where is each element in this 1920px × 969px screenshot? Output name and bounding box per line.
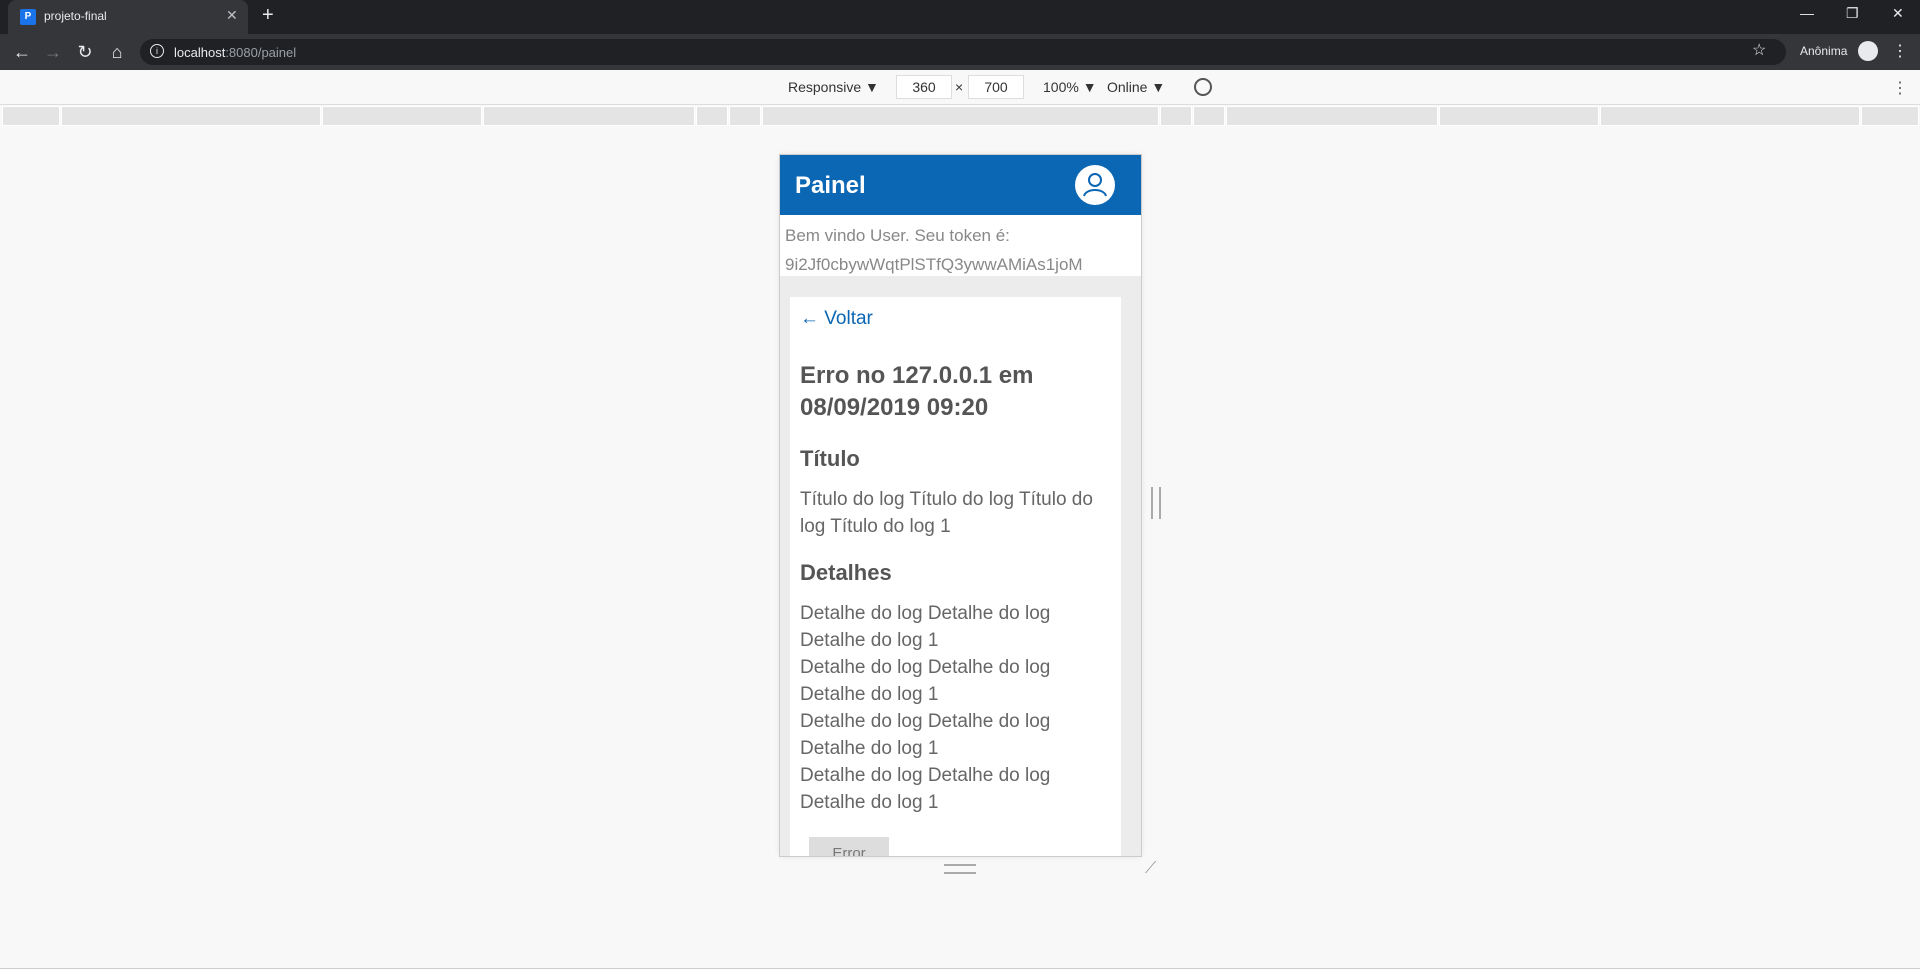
back-link[interactable]: ← Voltar: [800, 308, 873, 330]
ruler-segment[interactable]: [2, 106, 60, 126]
incognito-icon[interactable]: [1858, 41, 1878, 61]
network-select[interactable]: Online ▼: [1107, 79, 1165, 95]
error-heading: Erro no 127.0.0.1 em 08/09/2019 09:20: [800, 362, 1034, 421]
bookmark-star-icon[interactable]: ☆: [1752, 40, 1766, 60]
details-line: Detalhe do log Detalhe do log Detalhe do…: [800, 711, 1051, 759]
dimension-separator: ×: [955, 79, 964, 95]
media-query-ruler: [0, 106, 1920, 128]
title-text: Título do log Título do log Título do lo…: [800, 489, 1093, 537]
level-badge: Error: [809, 837, 889, 856]
back-icon[interactable]: ←: [12, 42, 32, 63]
url-text: localhost:8080/painel: [174, 45, 297, 60]
browser-toolbar: ← → ↻ ⌂ i localhost:8080/painel ☆ Anônim…: [0, 34, 1920, 70]
ruler-segment[interactable]: [322, 106, 482, 126]
rotate-icon[interactable]: [1194, 78, 1212, 96]
details-line: Detalhe do log Detalhe do log Detalhe do…: [800, 765, 1051, 813]
profile-label: Anônima: [1800, 44, 1848, 58]
details-heading: Detalhes: [800, 560, 892, 585]
restore-icon[interactable]: ❐: [1846, 5, 1859, 22]
ruler-segment[interactable]: [1861, 106, 1919, 126]
devtools-menu-icon[interactable]: ⋮: [1892, 78, 1908, 98]
ruler-segment[interactable]: [61, 106, 321, 126]
ruler-segment[interactable]: [762, 106, 1159, 126]
tab-close-icon[interactable]: ✕: [226, 7, 238, 24]
menu-icon[interactable]: ⋮: [1892, 41, 1908, 61]
details-line: Detalhe do log Detalhe do log Detalhe do…: [800, 603, 1051, 651]
ruler-segment[interactable]: [1193, 106, 1225, 126]
ruler-segment[interactable]: [1600, 106, 1860, 126]
browser-tab[interactable]: P projeto-final ✕: [8, 0, 248, 34]
resize-handle-corner-icon[interactable]: ⟋: [1145, 860, 1156, 878]
ruler-segment[interactable]: [729, 106, 761, 126]
browser-tab-bar: P projeto-final ✕ + — ❐ ✕: [0, 0, 1920, 34]
title-heading: Título: [800, 446, 860, 471]
ruler-segment[interactable]: [696, 106, 728, 126]
close-window-icon[interactable]: ✕: [1892, 5, 1904, 22]
forward-icon[interactable]: →: [43, 42, 63, 63]
new-tab-icon[interactable]: +: [262, 4, 274, 27]
details-line: Detalhe do log Detalhe do log Detalhe do…: [800, 657, 1051, 705]
ruler-segment[interactable]: [1226, 106, 1438, 126]
minimize-icon[interactable]: —: [1800, 5, 1814, 21]
home-icon[interactable]: ⌂: [107, 42, 127, 63]
resize-handle-bottom[interactable]: [944, 864, 976, 874]
ruler-segment[interactable]: [1439, 106, 1599, 126]
resize-handle-right[interactable]: [1151, 487, 1161, 519]
device-select[interactable]: Responsive ▼: [788, 79, 879, 95]
tab-title: projeto-final: [44, 9, 107, 23]
info-icon[interactable]: i: [150, 44, 164, 58]
reload-icon[interactable]: ↻: [75, 42, 95, 63]
favicon-icon: P: [20, 9, 36, 25]
device-width-input[interactable]: 360: [896, 75, 952, 99]
address-bar[interactable]: i localhost:8080/painel: [140, 39, 1786, 65]
zoom-select[interactable]: 100% ▼: [1043, 79, 1097, 95]
device-toolbar: Responsive ▼ 360 × 700 100% ▼ Online ▼ ⋮: [0, 70, 1920, 105]
ruler-segment[interactable]: [1160, 106, 1192, 126]
log-detail-container: ← Voltar Erro no 127.0.0.1 em 08/09/2019…: [780, 155, 1141, 856]
device-height-input[interactable]: 700: [968, 75, 1024, 99]
ruler-segment[interactable]: [483, 106, 695, 126]
